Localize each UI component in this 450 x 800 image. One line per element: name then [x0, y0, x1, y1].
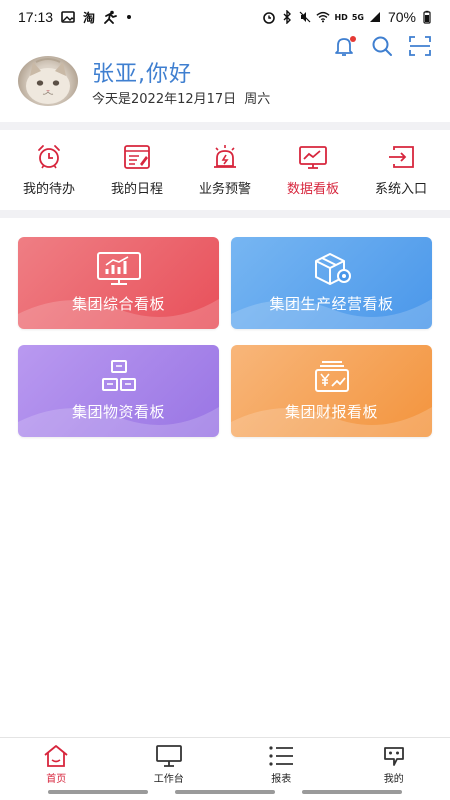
quick-nav-label: 业务预警: [198, 182, 251, 197]
schedule-icon: [124, 145, 150, 169]
system-nav-back[interactable]: [48, 790, 148, 794]
quick-nav-system-entry[interactable]: 系统入口: [360, 130, 442, 210]
date-prefix: 今天是: [92, 92, 132, 107]
home-icon: [44, 745, 68, 767]
card-title: 集团综合看板: [71, 295, 165, 313]
bottom-tab-bar: 首页 工作台 报表 我的: [0, 737, 450, 787]
mute-icon: [300, 11, 311, 23]
scan-icon: [409, 36, 431, 56]
quick-nav-dashboard[interactable]: 数据看板: [272, 130, 354, 210]
quick-nav-label: 数据看板: [286, 182, 339, 197]
quick-nav-alert[interactable]: 业务预警: [184, 130, 266, 210]
date-line: 今天是2022年12月17日 周六: [92, 88, 270, 107]
taobao-icon: 淘: [83, 10, 96, 25]
avatar[interactable]: [18, 56, 78, 106]
tab-label: 我的: [383, 774, 404, 785]
alarm-status-icon: [263, 12, 276, 24]
alarm-clock-icon: [38, 145, 60, 169]
tab-label: 报表: [271, 774, 292, 785]
running-person-icon: [104, 10, 117, 24]
hd-label: HD: [334, 12, 348, 22]
weekday: 周六: [244, 92, 271, 107]
tab-home[interactable]: 首页: [0, 738, 113, 787]
bar-chart-screen-icon: [96, 252, 141, 285]
tab-label: 工作台: [153, 774, 184, 785]
card-group-overview[interactable]: 集团综合看板: [18, 237, 219, 329]
box-gear-icon: [314, 253, 351, 285]
quick-nav-schedule[interactable]: 我的日程: [96, 130, 178, 210]
yen-trend-icon: [314, 361, 349, 392]
header-actions: [332, 34, 432, 58]
bluetooth-icon: [283, 10, 292, 24]
section-divider: [0, 210, 450, 218]
gallery-icon: [61, 11, 75, 23]
signal-label: 5G: [351, 12, 364, 22]
wifi-icon: [316, 11, 331, 23]
card-title: 集团财报看板: [284, 403, 378, 421]
battery-icon: [423, 10, 431, 24]
notification-bell-button[interactable]: [332, 34, 356, 58]
system-nav-home[interactable]: [175, 790, 275, 794]
card-group-production[interactable]: 集团生产经营看板: [231, 237, 432, 329]
quick-nav: 我的待办 我的日程 业务预警 数据看板 系统入口: [0, 130, 450, 210]
card-title: 集团物资看板: [71, 403, 165, 421]
quick-nav-label: 系统入口: [374, 182, 427, 197]
tab-mine[interactable]: 我的: [338, 738, 450, 787]
section-divider: [0, 122, 450, 130]
card-group-materials[interactable]: 集团物资看板: [18, 345, 219, 437]
more-notifications-dot-icon: [127, 15, 132, 19]
tab-label: 首页: [46, 774, 67, 785]
monitor-chart-icon: [299, 146, 327, 169]
quick-nav-label: 我的日程: [110, 182, 163, 197]
status-bar: 17:13 淘 HD 5G 70%: [0, 0, 450, 34]
battery-percent: 70%: [387, 9, 416, 25]
stacked-boxes-icon: [101, 360, 136, 391]
notification-badge: [350, 36, 356, 42]
user-face-icon: [383, 747, 404, 766]
quick-nav-todo[interactable]: 我的待办: [8, 130, 90, 210]
search-button[interactable]: [370, 34, 394, 58]
signal-icon: [369, 12, 380, 22]
user-header: 张亚,你好 今天是2022年12月17日 周六: [0, 34, 450, 122]
tab-workbench[interactable]: 工作台: [113, 738, 226, 787]
tab-reports[interactable]: 报表: [225, 738, 338, 787]
greeting: 张亚,你好: [92, 62, 192, 87]
card-title: 集团生产经营看板: [269, 295, 394, 313]
desktop-icon: [155, 745, 182, 767]
siren-icon: [214, 145, 236, 168]
enter-icon: [389, 146, 414, 168]
cat-avatar-icon: [26, 58, 70, 104]
current-date: 2022年12月17日: [131, 92, 237, 107]
system-nav-recents[interactable]: [302, 790, 402, 794]
status-time: 17:13: [18, 9, 54, 25]
quick-nav-label: 我的待办: [22, 182, 75, 197]
dashboard-cards: 集团综合看板 集团生产经营看板 集团物资看板 集团财报看板: [18, 237, 432, 437]
card-group-finance[interactable]: 集团财报看板: [231, 345, 432, 437]
search-icon: [372, 36, 392, 56]
list-icon: [269, 746, 294, 766]
scan-button[interactable]: [408, 34, 432, 58]
